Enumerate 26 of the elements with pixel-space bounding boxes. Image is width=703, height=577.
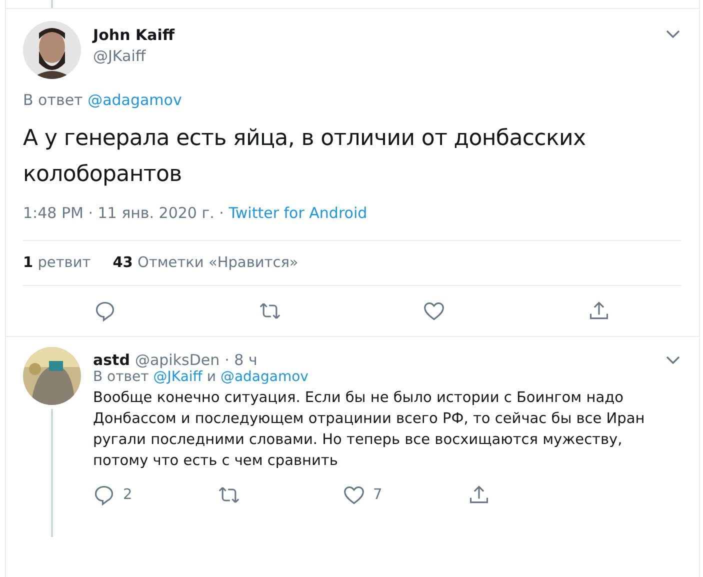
reply-to-line: В ответ @adagamov [23, 91, 183, 109]
timestamp[interactable]: 1:48 PM · 11 янв. 2020 г. · [23, 204, 224, 222]
chevron-down-icon[interactable] [665, 354, 681, 365]
user-handle[interactable]: @JKaiff [93, 47, 653, 65]
tweet-text: А у генерала есть яйца, в отличии от донбасских колоборантов [23, 125, 587, 190]
time-ago: · 8 ч [224, 350, 258, 369]
stat-link[interactable]: 43 Отметки «Нравится» [112, 254, 298, 271]
share-icon[interactable] [588, 300, 610, 322]
reply-to-line: В ответ @JKaiff и @adagamov [93, 368, 310, 385]
source-link[interactable]: Twitter for Android [228, 204, 368, 222]
heart-icon[interactable] [343, 484, 365, 506]
reply-icon[interactable] [94, 300, 116, 322]
stat-link[interactable]: 1 ретвит [23, 254, 91, 271]
user-name[interactable]: John Kaiff [93, 26, 653, 44]
mention-link[interactable]: @adagamov [220, 368, 308, 385]
mention-link[interactable]: @JKaiff [153, 368, 202, 385]
like-count: 7 [373, 486, 382, 503]
share-icon[interactable] [468, 484, 490, 506]
user-handle[interactable]: @apiksDen [134, 350, 220, 369]
chevron-down-icon[interactable] [665, 29, 681, 39]
reply-text: Вообще конечно ситуация. Если бы не было истории с Боингом надо Донбассом и последующем отрацинии всего РФ, то сейчас бы все Иран ругали последними словами. Но теперь все восхищаются мужеству, потому что есть с чем сравнить [93, 388, 646, 471]
mention-link[interactable]: @adagamov [88, 91, 182, 109]
reply-icon[interactable] [93, 484, 115, 506]
user-name[interactable]: astd [93, 350, 130, 369]
heart-icon[interactable] [423, 300, 446, 322]
reply-count: 2 [123, 486, 132, 503]
